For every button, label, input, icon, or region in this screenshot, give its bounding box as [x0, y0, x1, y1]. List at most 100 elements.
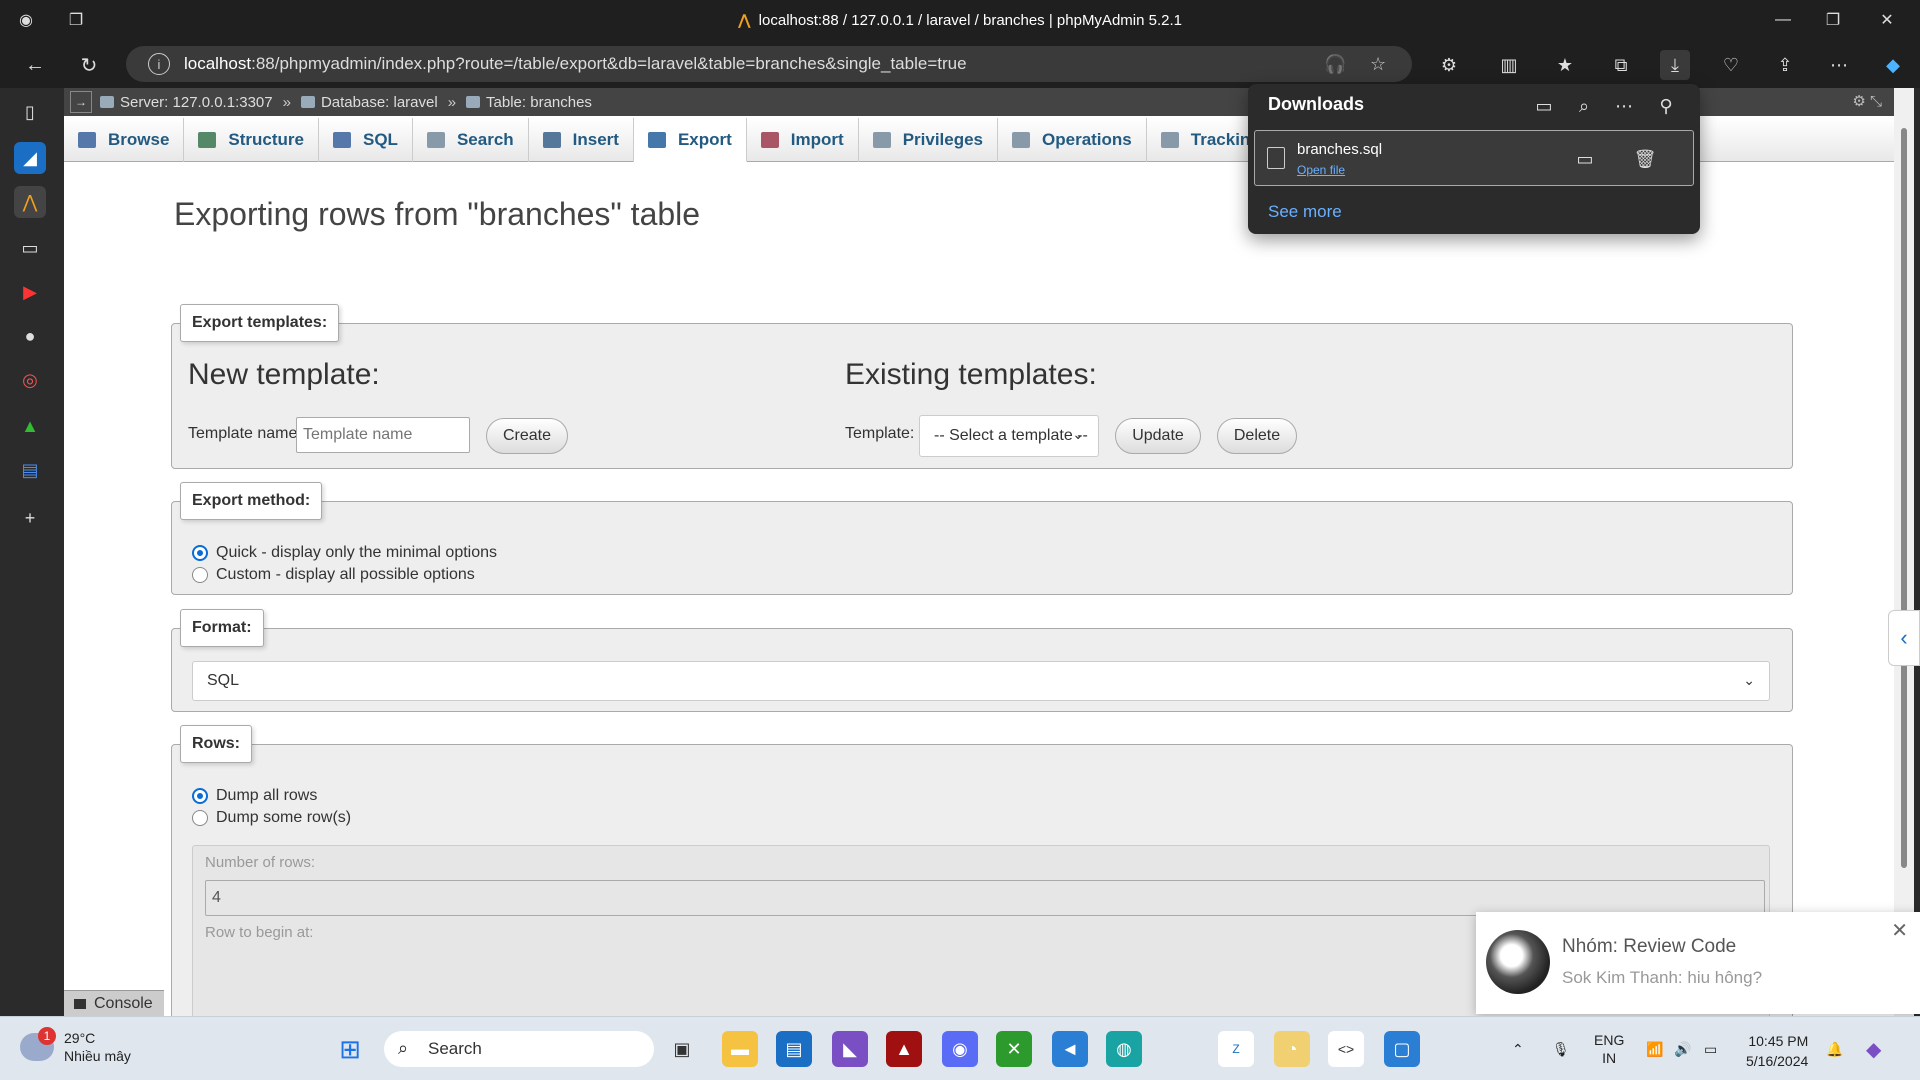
- create-template-button[interactable]: Create: [486, 418, 568, 454]
- template-name-input[interactable]: [296, 417, 470, 453]
- breadcrumb-server[interactable]: Server: 127.0.0.1:3307: [100, 94, 273, 111]
- new-tab-icon[interactable]: +: [14, 502, 46, 534]
- clock[interactable]: 10:45 PM 5/16/2024: [1746, 1031, 1808, 1071]
- breadcrumb-database[interactable]: Database: laravel: [300, 94, 438, 111]
- custom-method-option[interactable]: Custom - display all possible options: [192, 566, 475, 584]
- visual-studio-icon[interactable]: ◣: [832, 1031, 868, 1067]
- tab-export[interactable]: Export: [633, 118, 747, 162]
- format-select[interactable]: SQL ⌄: [192, 661, 1770, 701]
- weather-widget[interactable]: 1 29°C Nhiều mây: [20, 1027, 131, 1065]
- taskbar-search[interactable]: ⌕ Search: [384, 1031, 654, 1067]
- minimize-button[interactable]: —: [1760, 0, 1806, 40]
- quick-method-option[interactable]: Quick - display only the minimal options: [192, 544, 497, 562]
- collapse-nav-icon[interactable]: →: [70, 91, 92, 113]
- update-template-button[interactable]: Update: [1115, 418, 1201, 454]
- battery-icon[interactable]: ▭: [1704, 1017, 1717, 1080]
- xbox-icon[interactable]: ✕: [996, 1031, 1032, 1067]
- console-toggle[interactable]: Console: [64, 990, 164, 1016]
- tab-browse[interactable]: Browse: [64, 118, 185, 162]
- vscode-icon[interactable]: ◄: [1052, 1031, 1088, 1067]
- quick-method-radio[interactable]: [192, 545, 208, 561]
- tab-actions-icon[interactable]: ▯: [14, 96, 46, 128]
- show-in-folder-icon[interactable]: ▭: [1571, 145, 1599, 173]
- back-button[interactable]: ←: [20, 50, 50, 80]
- file-explorer-icon[interactable]: ▬: [722, 1031, 758, 1067]
- messenger-icon[interactable]: ◉: [942, 1031, 978, 1067]
- read-aloud-icon[interactable]: 🎧: [1324, 54, 1346, 75]
- tab-edit-icon[interactable]: ◢: [14, 142, 46, 174]
- search-downloads-icon[interactable]: ⌕: [1570, 92, 1598, 120]
- insert-icon: [542, 132, 561, 148]
- delete-trash-icon[interactable]: 🗑: [1631, 145, 1659, 173]
- windows-start-icon[interactable]: ⊞: [332, 1031, 368, 1067]
- tab-privileges[interactable]: Privileges: [859, 118, 999, 162]
- chat-notification[interactable]: Nhóm: Review Code Sok Kim Thanh: hiu hôn…: [1476, 912, 1920, 1014]
- task-view-icon[interactable]: ▣: [664, 1031, 700, 1067]
- tab-operations[interactable]: Operations: [998, 118, 1147, 162]
- tab-search[interactable]: Search: [413, 118, 529, 162]
- import-icon: [760, 132, 779, 148]
- tab-document-icon[interactable]: ▭: [14, 232, 46, 264]
- download-item[interactable]: branches.sql Open file ▭ 🗑: [1254, 130, 1694, 186]
- dump-all-rows-option[interactable]: Dump all rows: [192, 787, 317, 805]
- downloads-icon[interactable]: ⤓: [1660, 50, 1690, 80]
- tab-sql[interactable]: SQL: [319, 118, 413, 162]
- tab-import[interactable]: Import: [747, 118, 859, 162]
- collections-icon[interactable]: ⧉: [1606, 50, 1636, 80]
- edge-icon[interactable]: ◍: [1106, 1031, 1142, 1067]
- tab-docs-icon[interactable]: ▤: [14, 454, 46, 486]
- tab-insert[interactable]: Insert: [529, 118, 634, 162]
- share-icon[interactable]: ⇪: [1770, 50, 1800, 80]
- browser-essentials-icon[interactable]: ♡: [1716, 50, 1746, 80]
- microphone-icon[interactable]: 🎙: [1552, 1017, 1570, 1080]
- restore-button[interactable]: ❐: [1810, 0, 1856, 40]
- store-icon[interactable]: ▤: [776, 1031, 812, 1067]
- close-icon[interactable]: ✕: [1891, 918, 1908, 943]
- number-of-rows-input[interactable]: 4: [205, 880, 1765, 916]
- tab-record-icon[interactable]: ◎: [14, 364, 46, 396]
- wifi-icon[interactable]: 📶: [1646, 1017, 1663, 1080]
- dump-some-rows-radio[interactable]: [192, 810, 208, 826]
- volume-icon[interactable]: 🔊: [1674, 1017, 1691, 1080]
- url-input[interactable]: i localhost:88/phpmyadmin/index.php?rout…: [126, 46, 1412, 82]
- close-window-button[interactable]: ✕: [1864, 0, 1910, 40]
- sidebar-expand-chevron-icon[interactable]: ‹: [1888, 610, 1920, 666]
- code-editor-icon[interactable]: <>: [1328, 1031, 1364, 1067]
- see-more-link[interactable]: See more: [1268, 202, 1342, 222]
- dump-all-rows-radio[interactable]: [192, 788, 208, 804]
- more-menu-icon[interactable]: ⋯: [1824, 50, 1854, 80]
- site-info-icon[interactable]: i: [148, 53, 170, 75]
- tab-phpmyadmin-icon[interactable]: ⋀: [14, 186, 46, 218]
- tab-drive-icon[interactable]: ▲: [14, 410, 46, 442]
- scrollbar-thumb[interactable]: [1901, 128, 1907, 868]
- template-select[interactable]: -- Select a template -- ⌄: [919, 415, 1099, 457]
- split-screen-icon[interactable]: ▥: [1494, 50, 1524, 80]
- settings-gear-icon[interactable]: ⚙ ⤡: [1852, 92, 1882, 110]
- favorites-icon[interactable]: ★: [1550, 50, 1580, 80]
- language-indicator[interactable]: ENG IN: [1594, 1017, 1624, 1080]
- refresh-button[interactable]: ↻: [74, 50, 104, 80]
- app-icon[interactable]: ◔: [1274, 1031, 1310, 1067]
- zalo-icon[interactable]: Z: [1218, 1031, 1254, 1067]
- delete-template-button[interactable]: Delete: [1217, 418, 1297, 454]
- extensions-icon[interactable]: ⚙: [1434, 50, 1464, 80]
- copilot-icon[interactable]: ◆: [1866, 1017, 1881, 1080]
- pin-icon[interactable]: ⚲: [1652, 92, 1680, 120]
- open-file-link[interactable]: Open file: [1297, 163, 1345, 177]
- notification-bell-icon[interactable]: 🔔: [1826, 1017, 1843, 1080]
- app-icon[interactable]: ▲: [886, 1031, 922, 1067]
- tab-github-icon[interactable]: ●: [14, 320, 46, 352]
- dump-some-rows-option[interactable]: Dump some row(s): [192, 809, 351, 827]
- page-scrollbar[interactable]: [1894, 88, 1914, 1016]
- show-hidden-icons-chevron-icon[interactable]: ⌃: [1512, 1017, 1524, 1080]
- tab-youtube-icon[interactable]: ▶: [14, 276, 46, 308]
- remote-desktop-icon[interactable]: ▢: [1384, 1031, 1420, 1067]
- custom-method-radio[interactable]: [192, 567, 208, 583]
- tab-structure[interactable]: Structure: [184, 118, 319, 162]
- open-downloads-folder-icon[interactable]: ▭: [1530, 92, 1558, 120]
- more-options-icon[interactable]: ⋯: [1610, 92, 1638, 120]
- breadcrumb-table[interactable]: Table: branches: [466, 94, 592, 111]
- breadcrumb-separator: »: [282, 93, 291, 111]
- copilot-icon[interactable]: ◆: [1878, 50, 1908, 80]
- favorite-star-icon[interactable]: ☆: [1370, 54, 1386, 75]
